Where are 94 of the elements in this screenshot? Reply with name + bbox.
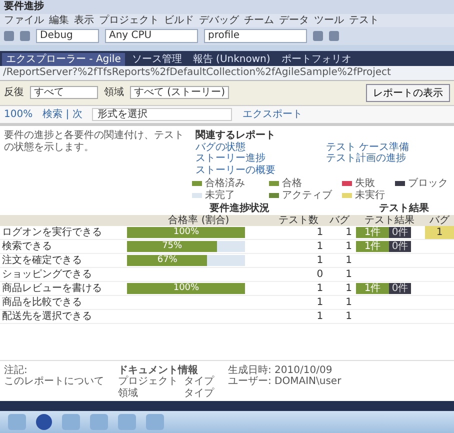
report-description: 要件の進捗と各要件の関連付け、テストの状態を示します。 [4, 130, 185, 154]
note-text: 注記: [4, 364, 28, 376]
progress-fill: 100% [127, 283, 246, 294]
view-report-button[interactable]: レポートの表示 [366, 84, 450, 102]
requirement-name: 商品レビューを書ける [0, 282, 126, 296]
menu-item[interactable]: プロジェクト [99, 14, 159, 26]
table-cell: 1 [325, 226, 354, 240]
report-link[interactable]: バグの状態 [196, 142, 320, 153]
report-link[interactable]: テスト計画の進捗 [326, 153, 450, 164]
group-header: 要件進捗状況 [125, 203, 354, 214]
column-header: テスト数 [272, 214, 326, 226]
progress-fill: 67% [127, 255, 208, 266]
info-label: プロジェクト [118, 376, 178, 388]
parameter-dropdown[interactable]: すべて (ストーリー) [130, 86, 229, 100]
meta-text: ユーザー: DOMAIN\user [228, 376, 342, 388]
active-bug-cell: 1 [425, 226, 454, 240]
table-cell: 1 [272, 240, 326, 254]
menu-item[interactable]: テスト [349, 14, 379, 26]
menu-item[interactable]: データ [279, 14, 309, 26]
info-label: 領域 [118, 388, 139, 399]
requirement-name: 注文を確定できる [0, 254, 126, 268]
export-link[interactable]: エクスポート [242, 108, 302, 120]
document-tab[interactable]: ソース管理 [128, 52, 186, 66]
legend-label: 未完了 [205, 190, 235, 201]
column-header: バグ [325, 214, 354, 226]
report-link[interactable]: テスト ケース準備 [326, 142, 450, 153]
configuration-dropdown[interactable]: Debug [36, 29, 99, 42]
document-tab[interactable]: ポートフォリオ [277, 52, 356, 66]
passed-segment: 1件 [356, 241, 390, 252]
parameter-label: 反復 [4, 86, 24, 98]
table-cell: 1 [325, 310, 354, 324]
zoom-dropdown[interactable]: 100% [4, 108, 33, 120]
table-cell: 1 [272, 282, 326, 296]
legend-label: 合格 [282, 178, 302, 190]
group-header: テスト結果 [378, 203, 430, 214]
requirement-name: 配送先を選択できる [0, 310, 126, 324]
column-header: バグ [425, 214, 454, 226]
platform-dropdown[interactable]: Any CPU [105, 29, 198, 42]
menu-item[interactable]: ファイル [4, 14, 44, 26]
menu-item[interactable]: ツール [314, 14, 344, 26]
toolbar-icon[interactable] [313, 30, 323, 41]
export-format-dropdown[interactable]: 形式を選択 [92, 108, 232, 121]
blocked-segment: 0件 [389, 283, 412, 294]
address-text: /ReportServer?%2fTfsReports%2fDefaultCollection%2fAgileSample%2fProject [0, 66, 454, 80]
related-reports-title: 関連するレポート [196, 130, 277, 142]
meta-text: 生成日時: 2010/10/09 [228, 364, 334, 376]
table-cell: 1 [325, 296, 354, 310]
table-cell: 1 [272, 310, 326, 324]
requirement-name: ショッピングできる [0, 268, 126, 282]
column-header: テスト結果 [354, 214, 426, 226]
toolbar-icon[interactable] [4, 30, 14, 41]
menu-item[interactable]: 表示 [74, 14, 94, 26]
legend-label: 合格済み [205, 178, 245, 190]
menu-item[interactable]: チーム [244, 14, 274, 26]
table-cell: 1 [325, 240, 354, 254]
legend-label: 失敗 [355, 178, 375, 190]
table-cell: 1 [325, 282, 354, 296]
passed-segment: 1件 [356, 227, 390, 238]
info-value: タイプ [184, 388, 214, 399]
legend-label: ブロック [408, 178, 448, 190]
table-cell: 1 [272, 296, 326, 310]
parameter-label: 領域 [104, 86, 124, 98]
info-title: ドキュメント情報 [118, 364, 199, 376]
report-link[interactable]: ストーリー進捗 [196, 153, 320, 164]
window-title: 要件進捗 [0, 0, 454, 14]
report-link[interactable]: ストーリーの概要 [196, 164, 320, 176]
requirement-name: ログオンを実行できる [0, 226, 126, 240]
requirement-name: 検索できる [0, 240, 126, 254]
document-tab[interactable]: エクスプローラー - Agile [2, 52, 125, 66]
menu-item[interactable]: 編集 [49, 14, 69, 26]
document-tab[interactable]: 報告 (Unknown) [188, 52, 274, 66]
toolbar-icon[interactable] [329, 30, 339, 41]
menu-item[interactable]: デバッグ [199, 14, 239, 26]
progress-fill: 100% [127, 227, 246, 238]
table-cell: 1 [325, 254, 354, 268]
blocked-segment: 0件 [389, 227, 412, 238]
column-header: 合格率 (割合) [125, 214, 272, 226]
toolbar-icon[interactable] [20, 30, 30, 41]
find-link[interactable]: 検索 | 次 [42, 108, 82, 120]
legend-label: アクティブ [282, 190, 332, 201]
parameter-dropdown[interactable]: すべて [30, 86, 98, 100]
info-value: タイプ [184, 376, 214, 388]
table-cell: 1 [272, 254, 326, 268]
passed-segment: 1件 [356, 283, 390, 294]
blocked-segment: 0件 [389, 241, 412, 252]
legend-label: 未実行 [355, 190, 385, 201]
find-field[interactable]: profile [204, 29, 307, 42]
table-cell: 1 [272, 226, 326, 240]
table-cell: 0 [272, 268, 326, 282]
menu-item[interactable]: ビルド [164, 14, 194, 26]
progress-fill: 75% [127, 241, 217, 252]
table-cell: 1 [325, 268, 354, 282]
requirement-name: 商品を比較できる [0, 296, 126, 310]
note-text: このレポートについて [4, 376, 104, 388]
